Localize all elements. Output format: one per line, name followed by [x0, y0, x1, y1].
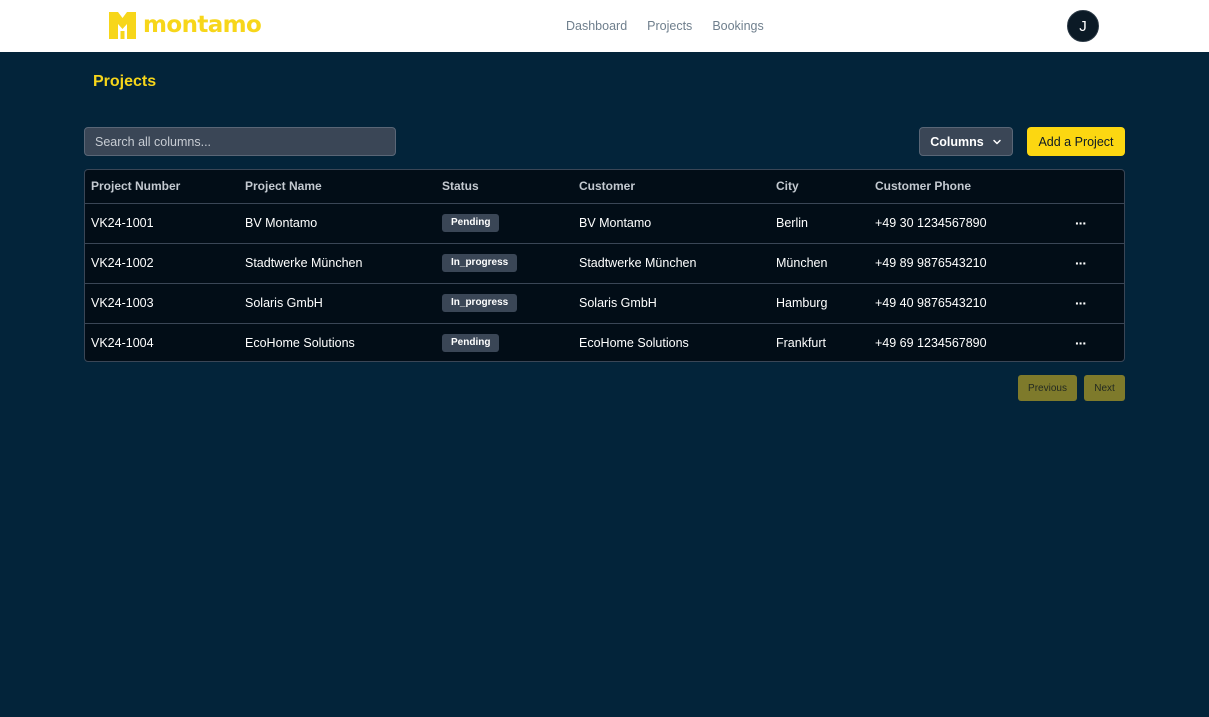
header-status[interactable]: Status	[436, 170, 573, 204]
top-navbar: montamo Dashboard Projects Bookings J	[0, 0, 1209, 52]
cell-city: Hamburg	[770, 283, 869, 324]
add-project-button[interactable]: Add a Project	[1027, 127, 1125, 156]
table-header-row: Project Number Project Name Status Custo…	[85, 170, 1124, 204]
more-options-icon[interactable]: ···	[1075, 255, 1087, 271]
cell-customer: Solaris GmbH	[573, 283, 770, 324]
cell-customer: EcoHome Solutions	[579, 336, 689, 351]
more-options-icon[interactable]: ···	[1075, 215, 1087, 231]
cell-project-number: VK24-1004	[91, 336, 154, 351]
projects-table: Project Number Project Name Status Custo…	[84, 169, 1125, 362]
cell-project-number: VK24-1002	[85, 243, 239, 284]
cell-status: In_progress	[436, 243, 573, 284]
header-project-name[interactable]: Project Name	[239, 170, 436, 204]
status-badge: Pending	[442, 334, 500, 353]
cell-project-name: Stadtwerke München	[239, 243, 436, 284]
cell-city: München	[770, 243, 869, 284]
cell-customer-phone: +49 89 9876543210	[869, 243, 1069, 284]
cell-project-number: VK24-1003	[85, 283, 239, 324]
table-row[interactable]: VK24-1004 EcoHome Solutions Pending EcoH…	[85, 323, 1124, 361]
cell-actions: ···	[1069, 203, 1124, 244]
table-row[interactable]: VK24-1001 BV Montamo Pending BV Montamo …	[85, 203, 1124, 244]
page-title: Projects	[93, 73, 157, 90]
columns-button[interactable]: Columns	[919, 127, 1013, 156]
cell-status: Pending	[436, 323, 573, 361]
next-page-button[interactable]: Next	[1084, 375, 1125, 401]
cell-project-name: EcoHome Solutions	[245, 336, 355, 351]
more-options-icon[interactable]: ···	[1075, 295, 1087, 311]
header-project-number[interactable]: Project Number	[85, 170, 239, 204]
status-badge: Pending	[442, 214, 500, 232]
cell-city: Berlin	[770, 203, 869, 244]
columns-button-label: Columns	[930, 134, 984, 149]
cell-customer: BV Montamo	[573, 203, 770, 244]
cell-project-name: BV Montamo	[239, 203, 436, 244]
brand-logo[interactable]: montamo	[109, 12, 262, 39]
nav-projects[interactable]: Projects	[647, 18, 692, 34]
brand-name: montamo	[143, 12, 262, 38]
montamo-logo-icon	[109, 12, 136, 39]
main-nav: Dashboard Projects Bookings	[566, 18, 784, 34]
more-options-icon[interactable]: ···	[1075, 335, 1087, 351]
cell-actions: ···	[1069, 243, 1124, 284]
cell-project-name: Solaris GmbH	[239, 283, 436, 324]
cell-customer-phone: +49 30 1234567890	[869, 203, 1069, 244]
cell-customer-phone: +49 69 1234567890	[875, 336, 987, 351]
header-customer-phone[interactable]: Customer Phone	[869, 170, 1069, 204]
cell-city: Frankfurt	[776, 336, 827, 351]
header-actions	[1069, 170, 1124, 204]
user-avatar[interactable]: J	[1067, 10, 1099, 42]
chevron-down-icon	[992, 139, 1001, 144]
cell-customer-phone: +49 40 9876543210	[869, 283, 1069, 324]
cell-customer: Stadtwerke München	[573, 243, 770, 284]
cell-actions: ···	[1069, 323, 1124, 361]
status-badge: In_progress	[442, 294, 518, 312]
previous-page-button[interactable]: Previous	[1018, 375, 1077, 401]
header-customer[interactable]: Customer	[573, 170, 770, 204]
status-badge: In_progress	[442, 254, 518, 272]
table-row[interactable]: VK24-1003 Solaris GmbH In_progress Solar…	[85, 283, 1124, 324]
table-row[interactable]: VK24-1002 Stadtwerke München In_progress…	[85, 243, 1124, 284]
cell-project-number: VK24-1001	[85, 203, 239, 244]
cell-status: In_progress	[436, 283, 573, 324]
search-input[interactable]	[84, 127, 396, 156]
cell-status: Pending	[436, 203, 573, 244]
cell-actions: ···	[1069, 283, 1124, 324]
header-city[interactable]: City	[770, 170, 869, 204]
nav-bookings[interactable]: Bookings	[712, 18, 763, 34]
nav-dashboard[interactable]: Dashboard	[566, 18, 627, 34]
